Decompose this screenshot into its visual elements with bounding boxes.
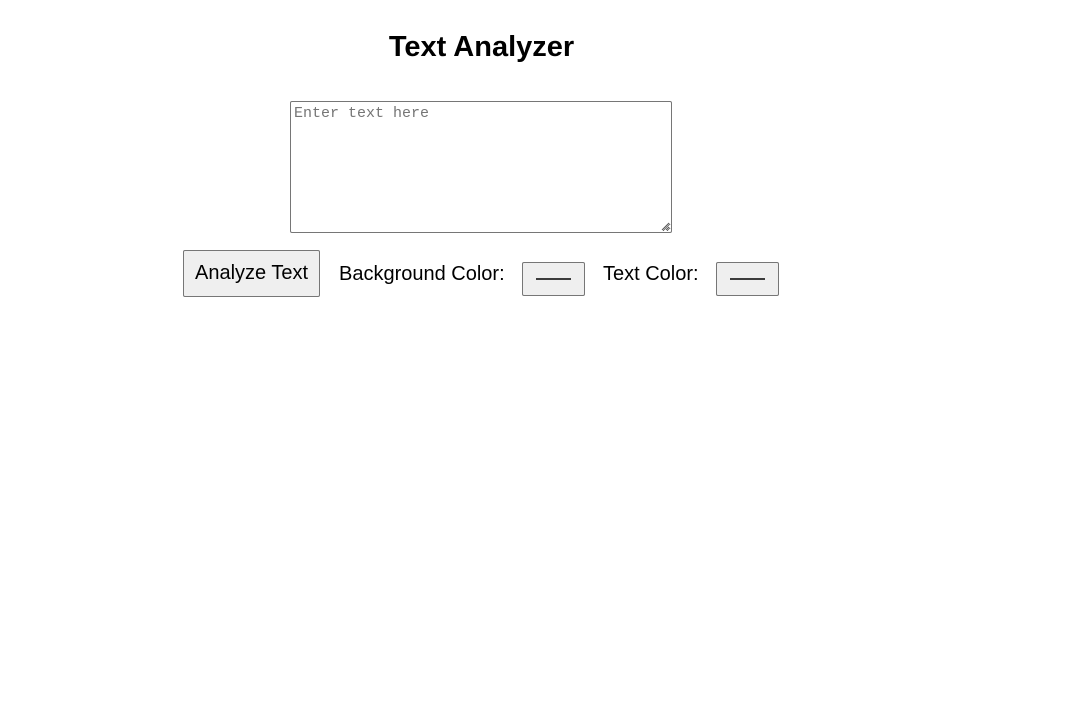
text-color-picker[interactable]	[716, 262, 779, 296]
text-color-label: Text Color:	[603, 263, 699, 285]
analyze-text-button[interactable]: Analyze Text	[183, 250, 320, 297]
background-color-picker[interactable]	[522, 262, 585, 296]
page-title: Text Analyzer	[388, 31, 575, 63]
text-color-swatch	[730, 278, 765, 280]
text-input[interactable]	[290, 101, 672, 233]
background-color-swatch	[536, 278, 571, 280]
background-color-label: Background Color:	[339, 263, 505, 285]
